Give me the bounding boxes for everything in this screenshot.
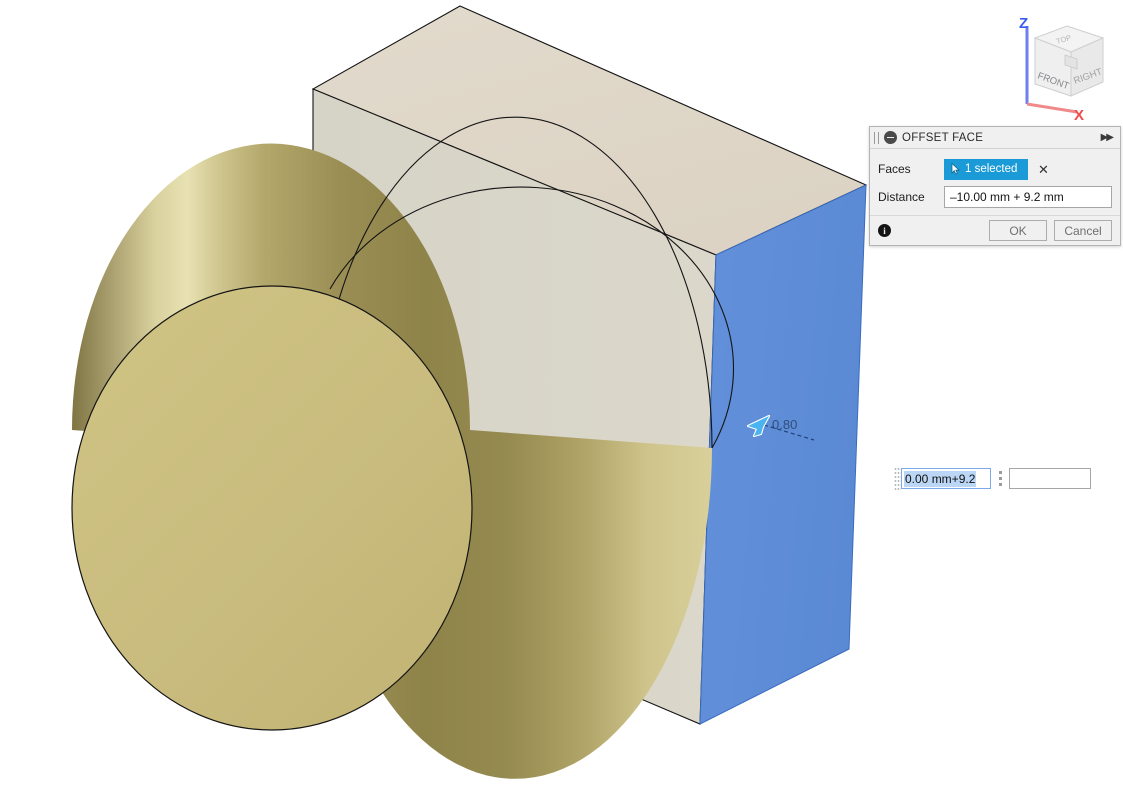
close-x-icon[interactable]: ✕ xyxy=(1038,163,1049,176)
view-cube[interactable]: Z X TOP FRONT RIGHT xyxy=(1005,8,1123,126)
vertical-dots-icon[interactable] xyxy=(993,467,1007,490)
3d-model-scene xyxy=(71,5,868,779)
inline-value-input[interactable]: 0.00 mm+9.2 xyxy=(901,468,991,489)
info-icon[interactable]: i xyxy=(878,224,891,237)
distance-row: Distance –10.00 mm + 9.2 mm xyxy=(878,183,1112,211)
axis-z-label: Z xyxy=(1019,15,1028,32)
ok-button[interactable]: OK xyxy=(989,220,1047,241)
minus-icon[interactable] xyxy=(884,131,897,144)
axis-x-label: X xyxy=(1074,107,1084,124)
3d-cad-viewport[interactable] xyxy=(0,0,1123,804)
cancel-button[interactable]: Cancel xyxy=(1054,220,1112,241)
dialog-drag-grip-icon[interactable] xyxy=(874,131,879,144)
inline-distance-editor[interactable]: 0.00 mm+9.2 xyxy=(894,466,1091,491)
axis-x-line xyxy=(1026,102,1078,114)
cursor-arrow-icon xyxy=(951,163,960,175)
distance-input[interactable]: –10.00 mm + 9.2 mm xyxy=(944,186,1112,208)
drag-grip-icon[interactable] xyxy=(894,467,901,490)
faces-selection-chip[interactable]: 1 selected xyxy=(944,158,1028,180)
distance-label: Distance xyxy=(878,190,925,204)
faces-row: Faces 1 selected ✕ xyxy=(878,155,1112,183)
cylinder-end-face[interactable] xyxy=(71,285,473,731)
dialog-title: OFFSET FACE xyxy=(902,131,984,144)
block-selected-right-face[interactable] xyxy=(699,184,867,725)
application-window: Z X TOP FRONT RIGHT 0.80 OFFSET FACE ▶▶ … xyxy=(0,0,1123,804)
faces-label: Faces xyxy=(878,162,911,176)
double-chevron-right-icon[interactable]: ▶▶ xyxy=(1101,132,1114,143)
inline-value-selected-text: 0.00 mm+9.2 xyxy=(904,470,977,487)
dialog-body: Faces 1 selected ✕ Distance –10.00 mm + … xyxy=(870,149,1120,215)
dialog-footer: i OK Cancel xyxy=(870,215,1120,245)
faces-selection-text: 1 selected xyxy=(965,163,1018,175)
inline-secondary-input[interactable] xyxy=(1009,468,1091,489)
offset-face-dialog[interactable]: OFFSET FACE ▶▶ Faces 1 selected ✕ Distan… xyxy=(869,126,1121,246)
dialog-title-bar[interactable]: OFFSET FACE ▶▶ xyxy=(870,127,1120,149)
